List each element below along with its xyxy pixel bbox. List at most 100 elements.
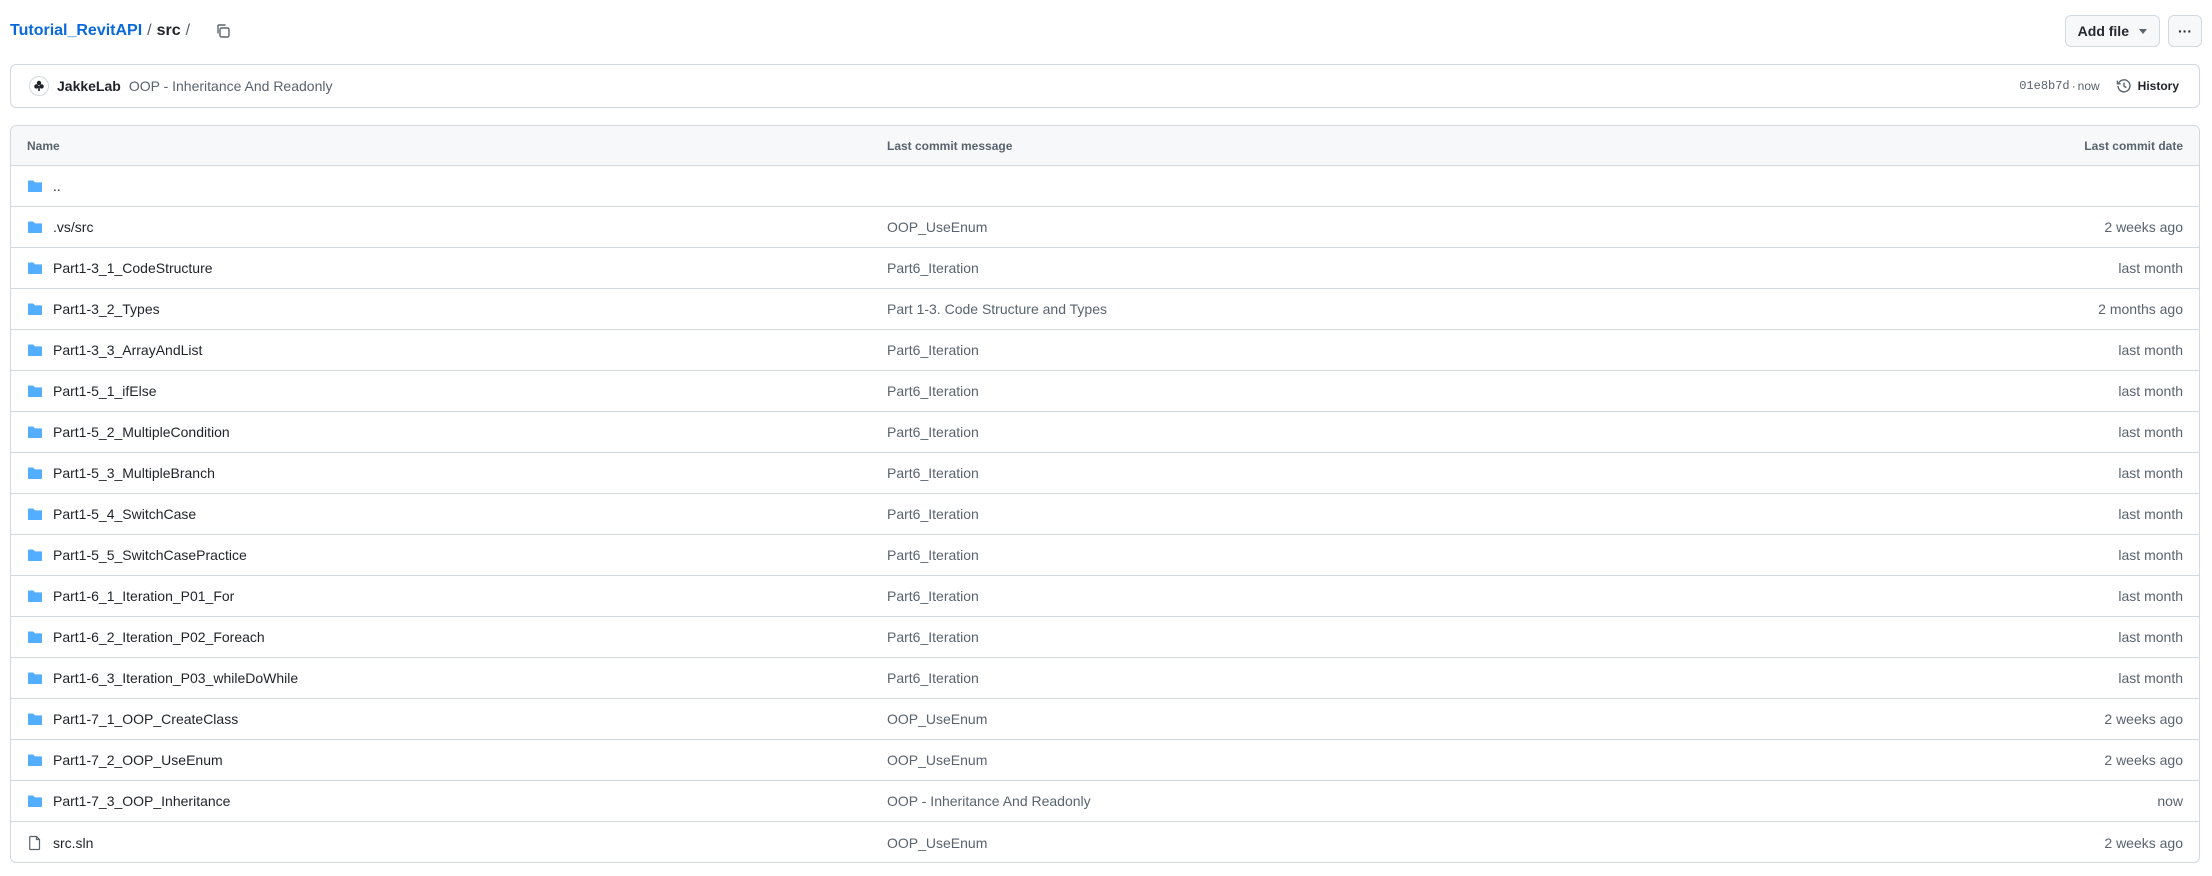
row-item-name-link[interactable]: Part1-5_5_SwitchCasePractice — [53, 547, 247, 563]
commit-sha[interactable]: 01e8b7d — [2019, 79, 2069, 93]
row-commit-message-cell: Part6_Iteration — [887, 260, 1899, 276]
row-name-cell: Part1-5_1_ifElse — [11, 383, 887, 399]
table-row[interactable]: Part1-5_5_SwitchCasePractice Part6_Iterat… — [11, 535, 2199, 576]
table-row[interactable]: Part1-7_1_OOP_CreateClass OOP_UseEnum 2 we… — [11, 699, 2199, 740]
row-name-cell: Part1-3_3_ArrayAndList — [11, 342, 887, 358]
row-item-name-link[interactable]: Part1-5_3_MultipleBranch — [53, 465, 215, 481]
row-name-cell: Part1-5_5_SwitchCasePractice — [11, 547, 887, 563]
table-header: Name Last commit message Last commit dat… — [11, 126, 2199, 166]
folder-icon — [27, 752, 43, 768]
row-item-name-link[interactable]: Part1-7_3_OOP_Inheritance — [53, 793, 230, 809]
table-row[interactable]: Part1-6_1_Iteration_P01_For Part6_Iterati… — [11, 576, 2199, 617]
commit-message[interactable]: OOP - Inheritance And Readonly — [129, 78, 333, 94]
row-commit-message-link[interactable]: OOP_UseEnum — [887, 752, 987, 768]
copy-icon — [217, 24, 230, 38]
folder-icon — [27, 424, 43, 440]
folder-icon — [27, 465, 43, 481]
row-commit-date: now — [2157, 793, 2183, 809]
row-commit-date: last month — [2118, 588, 2183, 604]
row-commit-message-link[interactable]: Part6_Iteration — [887, 629, 979, 645]
row-commit-message-link[interactable]: Part6_Iteration — [887, 547, 979, 563]
row-name-cell: Part1-3_1_CodeStructure — [11, 260, 887, 276]
table-row[interactable]: Part1-7_3_OOP_Inheritance OOP - Inheritan… — [11, 781, 2199, 822]
history-button[interactable]: History — [2110, 74, 2185, 98]
row-commit-date: last month — [2118, 424, 2183, 440]
table-row[interactable]: Part1-3_2_Types Part 1-3. Code Structure … — [11, 289, 2199, 330]
folder-icon — [27, 711, 43, 727]
row-commit-message-cell: Part6_Iteration — [887, 465, 1899, 481]
table-row[interactable]: Part1-5_1_ifElse Part6_Iteration last mont… — [11, 371, 2199, 412]
row-commit-message-link[interactable]: OOP_UseEnum — [887, 219, 987, 235]
more-options-button[interactable]: ··· — [2168, 15, 2202, 47]
row-name-cell: Part1-7_1_OOP_CreateClass — [11, 711, 887, 727]
row-item-name-link[interactable]: Part1-3_3_ArrayAndList — [53, 342, 202, 358]
row-item-name-link[interactable]: Part1-6_3_Iteration_P03_whileDoWhile — [53, 670, 298, 686]
row-name-cell: Part1-3_2_Types — [11, 301, 887, 317]
row-item-name-link[interactable]: Part1-3_2_Types — [53, 301, 160, 317]
row-commit-message-cell: Part6_Iteration — [887, 342, 1899, 358]
row-item-name-link[interactable]: Part1-5_4_SwitchCase — [53, 506, 196, 522]
table-row[interactable]: Part1-5_4_SwitchCase Part6_Iteration last … — [11, 494, 2199, 535]
row-name-cell: Part1-5_3_MultipleBranch — [11, 465, 887, 481]
row-commit-message-link[interactable]: Part6_Iteration — [887, 506, 979, 522]
row-commit-message-link[interactable]: OOP_UseEnum — [887, 835, 987, 851]
row-commit-message-link[interactable]: Part 1-3. Code Structure and Types — [887, 301, 1107, 317]
table-row[interactable]: Part1-7_2_OOP_UseEnum OOP_UseEnum 2 weeks … — [11, 740, 2199, 781]
table-row[interactable]: Part1-5_3_MultipleBranch Part6_Iteration l… — [11, 453, 2199, 494]
row-item-name-link[interactable]: src.sln — [53, 835, 93, 851]
avatar-icon[interactable] — [29, 76, 49, 96]
row-item-name-link[interactable]: Part1-6_1_Iteration_P01_For — [53, 588, 234, 604]
row-name-cell: Part1-7_3_OOP_Inheritance — [11, 793, 887, 809]
add-file-button[interactable]: Add file — [2064, 15, 2160, 47]
avatar-glyph — [34, 80, 44, 91]
row-commit-message-link[interactable]: Part6_Iteration — [887, 342, 979, 358]
row-item-name-link[interactable]: Part1-3_1_CodeStructure — [53, 260, 213, 276]
file-table: Name Last commit message Last commit dat… — [10, 125, 2200, 863]
table-row[interactable]: Part1-6_2_Iteration_P02_Foreach Part6_Ite… — [11, 617, 2199, 658]
table-row[interactable]: Part1-3_1_CodeStructure Part6_Iteration la… — [11, 248, 2199, 289]
table-row[interactable]: src.sln OOP_UseEnum 2 weeks ago — [11, 822, 2199, 862]
folder-icon — [27, 342, 43, 358]
row-commit-message-link[interactable]: Part6_Iteration — [887, 424, 979, 440]
row-item-name-link[interactable]: Part1-5_2_MultipleCondition — [53, 424, 230, 440]
table-row[interactable]: .. — [11, 166, 2199, 207]
row-commit-message-link[interactable]: Part6_Iteration — [887, 588, 979, 604]
row-item-name-link[interactable]: .vs/src — [53, 219, 93, 235]
table-row[interactable]: Part1-5_2_MultipleCondition Part6_Iterati… — [11, 412, 2199, 453]
row-commit-message-link[interactable]: OOP_UseEnum — [887, 711, 987, 727]
separator-dot: · — [2071, 79, 2076, 93]
breadcrumb-repo-link[interactable]: Tutorial_RevitAPI — [10, 22, 142, 40]
row-item-name-link[interactable]: .. — [53, 178, 61, 194]
folder-icon — [27, 547, 43, 563]
table-row[interactable]: Part1-6_3_Iteration_P03_whileDoWhile Part… — [11, 658, 2199, 699]
row-commit-message-link[interactable]: Part6_Iteration — [887, 465, 979, 481]
table-row[interactable]: .vs/src OOP_UseEnum 2 weeks ago — [11, 207, 2199, 248]
folder-icon — [27, 670, 43, 686]
row-commit-date: last month — [2118, 465, 2183, 481]
row-commit-date: 2 weeks ago — [2104, 752, 2183, 768]
row-commit-message-cell: OOP_UseEnum — [887, 219, 1899, 235]
row-commit-message-link[interactable]: OOP - Inheritance And Readonly — [887, 793, 1091, 809]
row-name-cell: .vs/src — [11, 219, 887, 235]
row-commit-date: 2 weeks ago — [2104, 711, 2183, 727]
table-row[interactable]: Part1-3_3_ArrayAndList Part6_Iteration las… — [11, 330, 2199, 371]
folder-icon — [27, 629, 43, 645]
row-commit-date: 2 months ago — [2098, 301, 2183, 317]
commit-meta: 01e8b7d · now History — [2019, 74, 2185, 98]
row-item-name-link[interactable]: Part1-5_1_ifElse — [53, 383, 157, 399]
folder-icon — [27, 219, 43, 235]
copy-path-button[interactable] — [209, 17, 237, 45]
folder-icon — [27, 506, 43, 522]
row-commit-message-cell: Part6_Iteration — [887, 670, 1899, 686]
row-commit-message-cell: Part6_Iteration — [887, 506, 1899, 522]
row-item-name-link[interactable]: Part1-7_2_OOP_UseEnum — [53, 752, 223, 768]
add-file-label: Add file — [2077, 23, 2129, 39]
row-item-name-link[interactable]: Part1-7_1_OOP_CreateClass — [53, 711, 238, 727]
row-commit-message-link[interactable]: Part6_Iteration — [887, 670, 979, 686]
row-name-cell: Part1-6_1_Iteration_P01_For — [11, 588, 887, 604]
row-item-name-link[interactable]: Part1-6_2_Iteration_P02_Foreach — [53, 629, 265, 645]
commit-author[interactable]: JakkeLab — [57, 78, 121, 94]
row-commit-message-link[interactable]: Part6_Iteration — [887, 260, 979, 276]
row-commit-message-link[interactable]: Part6_Iteration — [887, 383, 979, 399]
row-name-cell: .. — [11, 178, 887, 194]
